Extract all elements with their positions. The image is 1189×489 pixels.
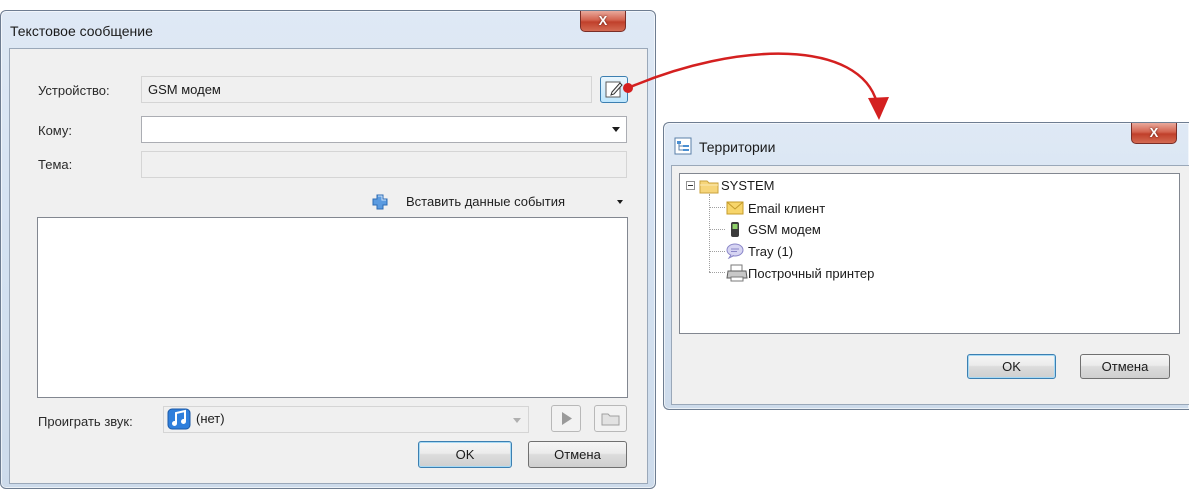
tree-item-gsm-modem[interactable]: GSM модем	[748, 222, 821, 237]
device-field: GSM модем	[141, 76, 592, 103]
territories-dialog: Территории X SYSTEM Email клиент GSM мод…	[663, 122, 1189, 410]
edit-device-button[interactable]	[600, 76, 628, 103]
chevron-down-icon[interactable]	[612, 127, 620, 132]
insert-event-data-label: Вставить данные события	[406, 194, 565, 209]
chevron-down-icon	[513, 418, 521, 423]
mobile-phone-icon	[731, 222, 739, 237]
tree-connector	[709, 251, 725, 252]
territories-tree[interactable]: SYSTEM Email клиент GSM модем Tray (1) П…	[679, 173, 1180, 334]
ok-button[interactable]: OK	[418, 441, 512, 468]
envelope-icon	[726, 201, 744, 215]
tree-view-icon	[674, 137, 692, 155]
message-dialog-client: Устройство: GSM модем Кому: Тема: Встави…	[9, 48, 648, 484]
close-button[interactable]: X	[1131, 123, 1177, 144]
chat-bubble-icon	[726, 243, 744, 259]
tree-collapse-toggle[interactable]	[686, 181, 695, 190]
edit-icon	[605, 81, 623, 98]
tree-item-line-printer[interactable]: Построчный принтер	[748, 266, 874, 281]
tree-item-email-client[interactable]: Email клиент	[748, 201, 825, 216]
music-note-icon	[167, 408, 191, 430]
plus-icon	[372, 194, 388, 210]
chevron-down-icon	[617, 200, 623, 204]
tree-item-tray[interactable]: Tray (1)	[748, 244, 793, 259]
to-combobox[interactable]	[141, 116, 627, 143]
device-label: Устройство:	[38, 83, 110, 98]
tree-connector	[709, 272, 725, 273]
insert-event-data-button[interactable]: Вставить данные события	[368, 192, 628, 212]
close-button[interactable]: X	[580, 11, 626, 32]
subject-label: Тема:	[38, 157, 73, 172]
territories-dialog-client: SYSTEM Email клиент GSM модем Tray (1) П…	[671, 165, 1189, 405]
cancel-button[interactable]: Отмена	[528, 441, 627, 468]
tree-connector	[709, 194, 710, 272]
sound-combobox: (нет)	[163, 406, 529, 433]
minus-icon	[688, 185, 693, 186]
cancel-button[interactable]: Отмена	[1080, 354, 1170, 379]
folder-icon	[601, 413, 620, 426]
tree-connector	[709, 207, 725, 208]
tree-item-system[interactable]: SYSTEM	[721, 178, 774, 193]
message-body-textarea[interactable]	[37, 217, 628, 398]
territories-dialog-titlebar[interactable]: Территории X	[664, 123, 1189, 159]
printer-icon	[726, 264, 748, 282]
arrow-line	[627, 52, 879, 104]
play-sound-label: Проиграть звук:	[38, 414, 133, 429]
message-dialog-titlebar[interactable]: Текстовое сообщение X	[1, 11, 655, 47]
browse-sound-button[interactable]	[594, 405, 627, 432]
message-dialog-title: Текстовое сообщение	[10, 23, 153, 39]
tree-connector	[709, 229, 725, 230]
to-label: Кому:	[38, 123, 72, 138]
territories-dialog-title: Территории	[699, 139, 776, 155]
sound-value: (нет)	[196, 411, 225, 426]
ok-button[interactable]: OK	[967, 354, 1056, 379]
message-dialog: Текстовое сообщение X Устройство: GSM мо…	[0, 10, 656, 489]
play-sound-button[interactable]	[551, 405, 581, 432]
arrow-head	[868, 97, 889, 120]
play-icon	[562, 412, 572, 425]
device-value: GSM модем	[148, 82, 221, 97]
subject-field	[141, 151, 627, 178]
folder-icon	[699, 180, 719, 194]
